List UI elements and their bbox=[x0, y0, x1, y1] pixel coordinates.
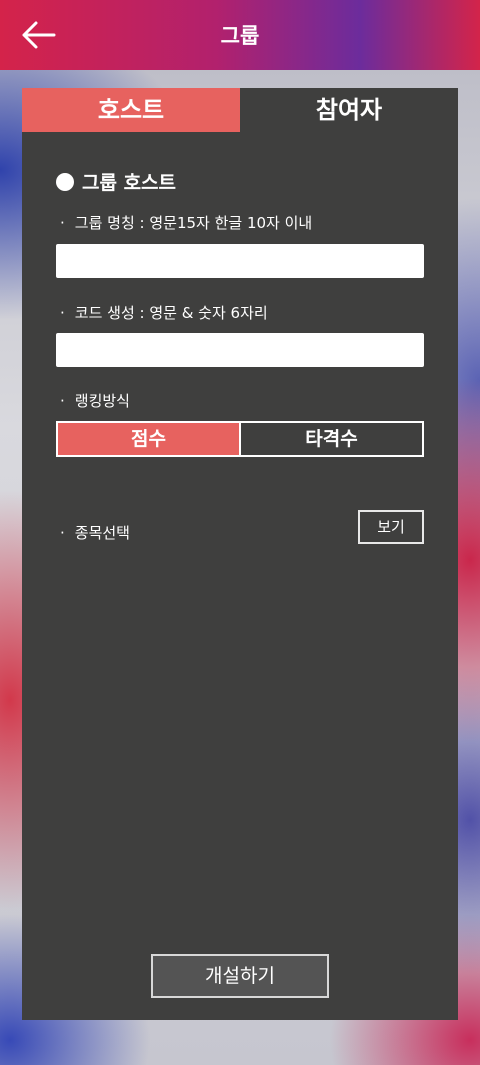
group-name-input[interactable] bbox=[56, 244, 424, 278]
circle-bullet-icon bbox=[56, 172, 74, 191]
ranking-label: · 랭킹방식 bbox=[60, 390, 130, 411]
tab-host[interactable]: 호스트 bbox=[22, 88, 240, 132]
view-button[interactable]: 보기 bbox=[358, 510, 424, 544]
group-name-label-text: 그룹 명칭 : 영문15자 한글 10자 이내 bbox=[74, 214, 313, 232]
section-title-text: 그룹 호스트 bbox=[82, 172, 177, 194]
group-panel: 호스트 참여자 그룹 호스트 · 그룹 명칭 : 영문15자 한글 10자 이내 … bbox=[22, 88, 458, 1020]
code-label: · 코드 생성 : 영문 & 숫자 6자리 bbox=[60, 302, 268, 323]
code-label-text: 코드 생성 : 영문 & 숫자 6자리 bbox=[74, 304, 268, 322]
event-label-text: 종목선택 bbox=[74, 524, 130, 542]
bullet: · bbox=[60, 214, 65, 232]
tab-participant[interactable]: 참여자 bbox=[240, 88, 458, 132]
bullet: · bbox=[60, 304, 65, 322]
group-name-label: · 그룹 명칭 : 영문15자 한글 10자 이내 bbox=[60, 212, 312, 233]
ranking-option-strokes[interactable]: 타격수 bbox=[241, 423, 422, 455]
event-label: · 종목선택 bbox=[60, 522, 130, 543]
page-title: 그룹 bbox=[220, 24, 260, 48]
code-input[interactable] bbox=[56, 333, 424, 367]
ranking-toggle: 점수 타격수 bbox=[56, 421, 424, 457]
section-title: 그룹 호스트 bbox=[56, 168, 176, 195]
bullet: · bbox=[60, 524, 65, 542]
app-header: 그룹 bbox=[0, 0, 480, 70]
ranking-option-score[interactable]: 점수 bbox=[58, 423, 241, 455]
bullet: · bbox=[60, 392, 65, 410]
open-group-button[interactable]: 개설하기 bbox=[151, 954, 329, 998]
ranking-label-text: 랭킹방식 bbox=[74, 392, 130, 410]
